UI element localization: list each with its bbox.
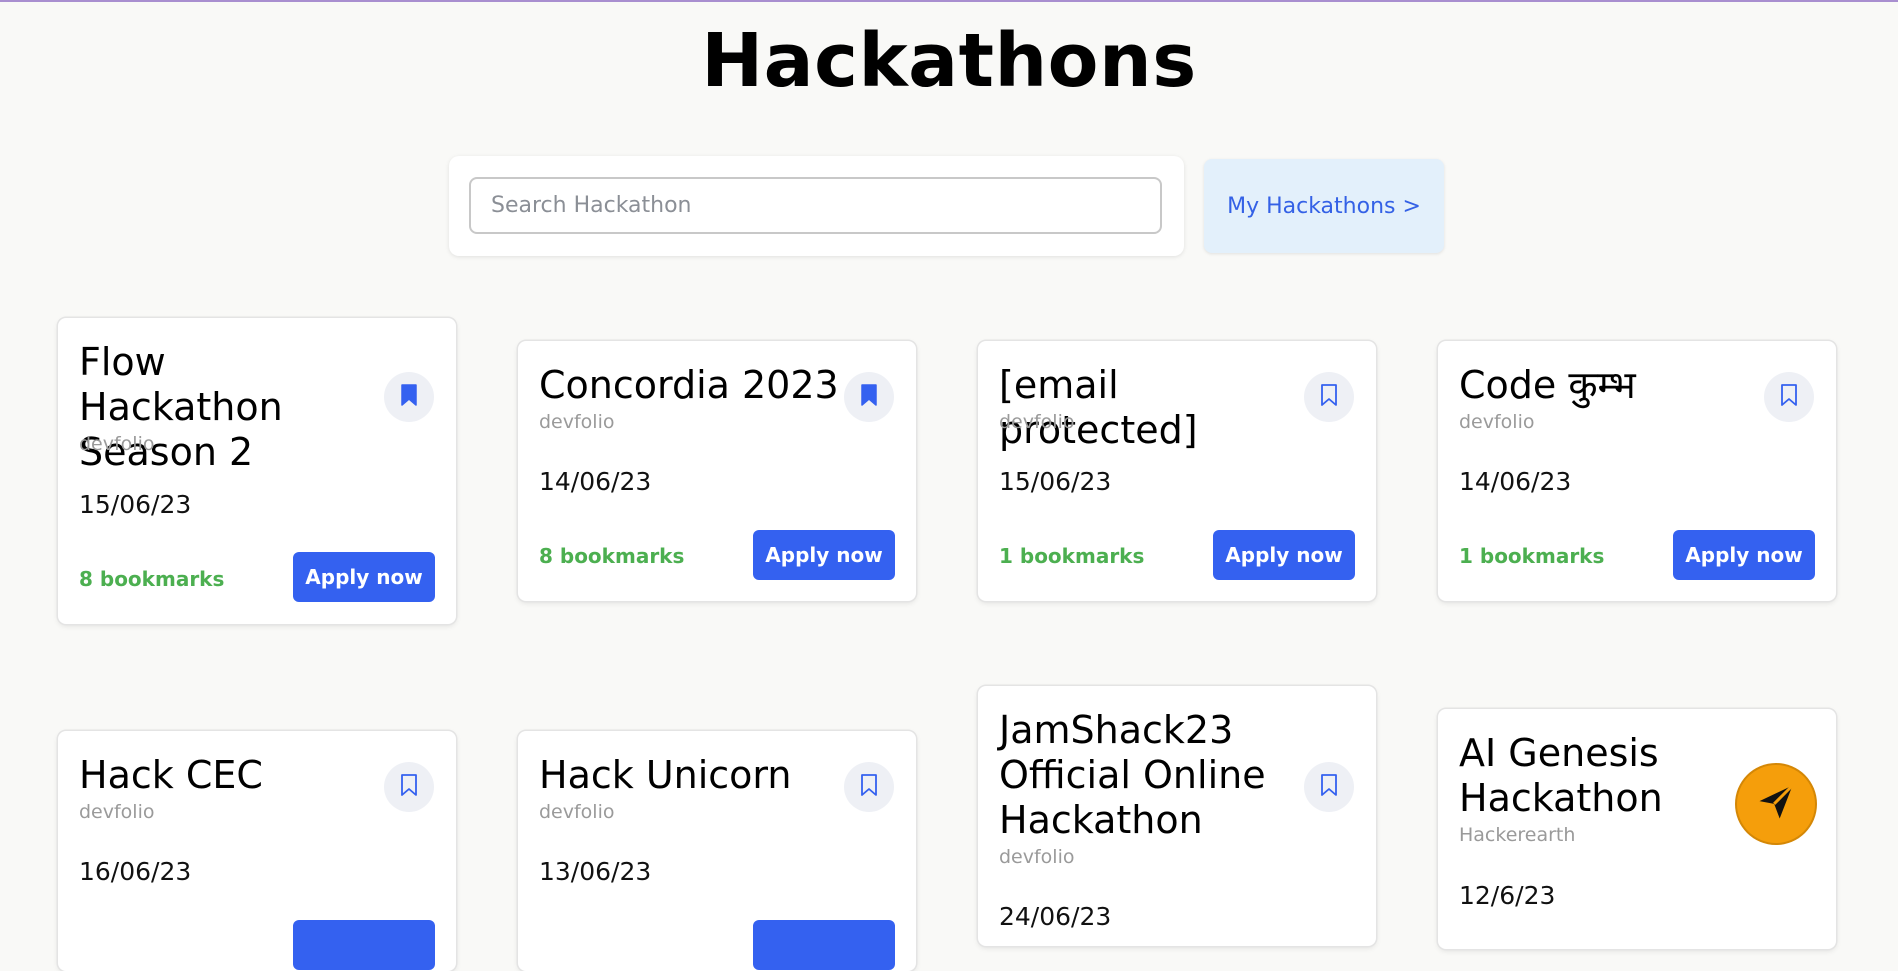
search-panel: [449, 156, 1184, 256]
bookmark-button[interactable]: [844, 762, 894, 812]
hackathon-card: Code कुम्भ devfolio 14/06/23 1 bookmarks…: [1438, 341, 1836, 601]
apply-now-button[interactable]: Apply now: [1673, 530, 1815, 580]
card-title: [email protected]: [999, 363, 1198, 452]
search-input[interactable]: [469, 177, 1162, 234]
apply-now-button[interactable]: Apply now: [753, 530, 895, 580]
hackathon-card: JamShack23 Official Online Hackathon dev…: [978, 686, 1376, 946]
card-source: devfolio: [999, 411, 1075, 433]
apply-now-button[interactable]: [293, 920, 435, 970]
bookmark-filled-icon: [860, 384, 878, 410]
bookmark-outline-icon: [860, 774, 878, 800]
card-source: devfolio: [1459, 411, 1535, 433]
apply-now-button[interactable]: [753, 920, 895, 970]
card-bookmark-count: 8 bookmarks: [539, 544, 685, 568]
hackathon-card: Hack CEC devfolio 16/06/23: [58, 731, 456, 971]
card-date: 13/06/23: [539, 857, 652, 886]
card-date: 15/06/23: [79, 490, 192, 519]
apply-now-button[interactable]: Apply now: [1213, 530, 1355, 580]
card-source: devfolio: [539, 411, 615, 433]
card-title: JamShack23 Official Online Hackathon: [999, 708, 1266, 842]
hackathon-card: Hack Unicorn devfolio 13/06/23: [518, 731, 916, 971]
card-title: Concordia 2023: [539, 363, 839, 407]
apply-now-button[interactable]: Apply now: [293, 552, 435, 602]
card-date: 16/06/23: [79, 857, 192, 886]
top-accent-line: [0, 0, 1898, 2]
card-title: AI Genesis Hackathon: [1459, 731, 1663, 820]
card-source: devfolio: [539, 801, 615, 823]
bookmark-outline-icon: [1320, 384, 1338, 410]
bookmark-button[interactable]: [844, 372, 894, 422]
bookmark-outline-icon: [1320, 774, 1338, 800]
card-title: Hack CEC: [79, 753, 263, 797]
card-date: 24/06/23: [999, 902, 1112, 931]
bookmark-button[interactable]: [1764, 372, 1814, 422]
card-title: Hack Unicorn: [539, 753, 792, 797]
card-title: Code कुम्भ: [1459, 363, 1636, 407]
bookmark-button[interactable]: [1304, 372, 1354, 422]
card-source: Hackerearth: [1459, 824, 1576, 846]
card-date: 12/6/23: [1459, 881, 1556, 910]
card-date: 14/06/23: [539, 467, 652, 496]
send-icon: [1754, 780, 1798, 828]
my-hackathons-button[interactable]: My Hackathons >: [1204, 159, 1444, 253]
bookmark-outline-icon: [400, 774, 418, 800]
page-title: Hackathons: [701, 18, 1197, 104]
card-bookmark-count: 8 bookmarks: [79, 567, 225, 591]
card-source: devfolio: [79, 433, 155, 455]
bookmark-outline-icon: [1780, 384, 1798, 410]
bookmark-filled-icon: [400, 384, 418, 410]
card-bookmark-count: 1 bookmarks: [999, 544, 1145, 568]
card-bookmark-count: 1 bookmarks: [1459, 544, 1605, 568]
hackathon-card: Concordia 2023 devfolio 14/06/23 8 bookm…: [518, 341, 916, 601]
bookmark-button[interactable]: [384, 762, 434, 812]
hackathon-card: Flow Hackathon Season 2 devfolio 15/06/2…: [58, 318, 456, 624]
hackathon-card: [email protected] devfolio 15/06/23 1 bo…: [978, 341, 1376, 601]
card-source: devfolio: [999, 846, 1075, 868]
bookmark-button[interactable]: [384, 372, 434, 422]
card-date: 14/06/23: [1459, 467, 1572, 496]
card-date: 15/06/23: [999, 467, 1112, 496]
send-floating-button[interactable]: [1737, 765, 1815, 843]
bookmark-button[interactable]: [1304, 762, 1354, 812]
card-source: devfolio: [79, 801, 155, 823]
